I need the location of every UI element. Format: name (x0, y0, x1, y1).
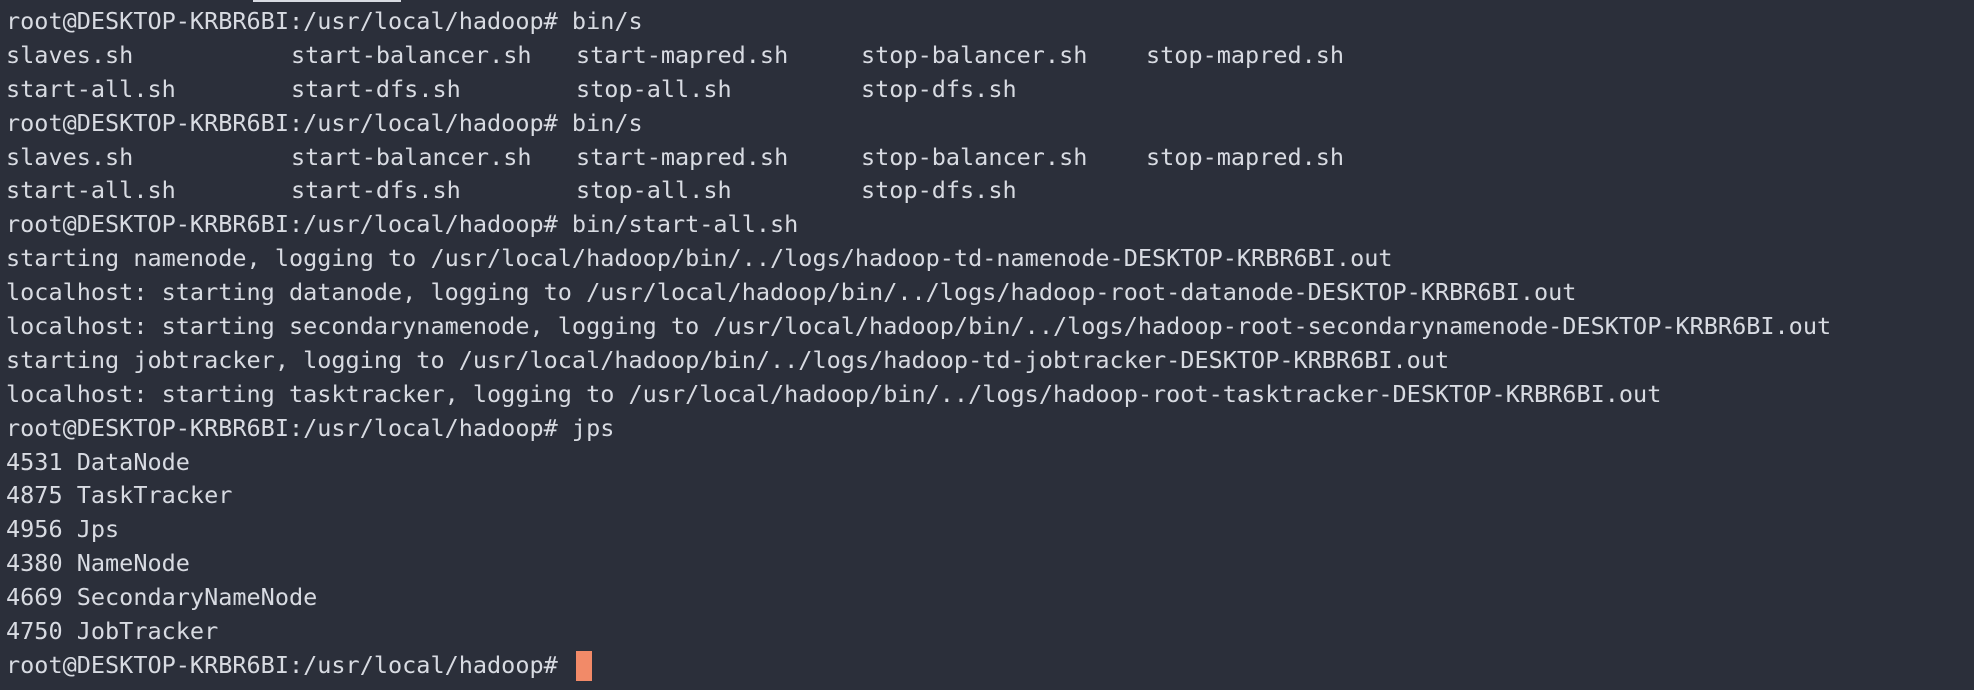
completion-item: start-balancer.sh (291, 142, 532, 171)
completion-item: start-balancer.sh (291, 40, 532, 69)
prompt-line: root@DESKTOP-KRBR6BI:/usr/local/hadoop# … (6, 208, 1974, 242)
terminal-window[interactable]: root@DESKTOP-KRBR6BI:/usr/local/hadoop# … (0, 0, 1974, 690)
completion-item: stop-mapred.sh (1146, 142, 1345, 171)
output-text: 4380 NameNode (6, 549, 190, 578)
current-prompt-line[interactable]: root@DESKTOP-KRBR6BI:/usr/local/hadoop# (6, 649, 1974, 683)
completion-item: stop-all.sh (576, 176, 732, 205)
output-line: localhost: starting secondarynamenode, l… (6, 310, 1974, 344)
completion-item: stop-dfs.sh (861, 176, 1017, 205)
text-cursor (575, 650, 592, 681)
prompt-command-text: root@DESKTOP-KRBR6BI:/usr/local/hadoop# … (6, 7, 643, 35)
completion-item: stop-dfs.sh (861, 74, 1017, 103)
completion-item: stop-balancer.sh (861, 142, 1088, 171)
output-text: localhost: starting tasktracker, logging… (6, 379, 1662, 408)
output-text: 4750 JobTracker (6, 617, 219, 646)
prompt-command-text: root@DESKTOP-KRBR6BI:/usr/local/hadoop# … (6, 108, 643, 137)
terminal-output: root@DESKTOP-KRBR6BI:/usr/local/hadoop# … (6, 5, 1974, 649)
output-line: 4875 TaskTracker (6, 479, 1974, 513)
prompt-line: root@DESKTOP-KRBR6BI:/usr/local/hadoop# … (6, 5, 1974, 39)
output-text: 4669 SecondaryNameNode (6, 583, 318, 612)
completion-list-row: slaves.sh start-balancer.sh start-mapred.s… (6, 39, 1974, 73)
completion-item: start-all.sh (6, 176, 176, 205)
output-line: localhost: starting tasktracker, logging… (6, 378, 1974, 412)
output-text: starting namenode, logging to /usr/local… (6, 244, 1393, 273)
output-text: localhost: starting datanode, logging to… (6, 278, 1577, 307)
prompt-line: root@DESKTOP-KRBR6BI:/usr/local/hadoop# … (6, 107, 1974, 141)
output-line: 4669 SecondaryNameNode (6, 581, 1974, 615)
prompt-command-text: root@DESKTOP-KRBR6BI:/usr/local/hadoop# … (6, 210, 799, 239)
output-line: 4380 NameNode (6, 547, 1974, 581)
current-prompt: root@DESKTOP-KRBR6BI:/usr/local/hadoop# (6, 650, 572, 679)
completion-item: stop-mapred.sh (1146, 40, 1345, 69)
output-line: 4956 Jps (6, 513, 1974, 547)
completion-item: slaves.sh (6, 40, 134, 69)
completion-list-row: slaves.sh start-balancer.sh start-mapred.s… (6, 141, 1974, 175)
output-line: starting namenode, logging to /usr/local… (6, 242, 1974, 276)
completion-item: start-dfs.sh (291, 176, 461, 205)
completion-item: slaves.sh (6, 142, 134, 171)
output-text: 4531 DataNode (6, 447, 190, 476)
completion-item: start-mapred.sh (576, 40, 789, 69)
completion-item: stop-all.sh (576, 74, 732, 103)
output-line: starting jobtracker, logging to /usr/loc… (6, 344, 1974, 378)
completion-item: start-mapred.sh (576, 142, 789, 171)
completion-item: stop-balancer.sh (861, 40, 1088, 69)
prompt-line: root@DESKTOP-KRBR6BI:/usr/local/hadoop# … (6, 412, 1974, 446)
output-text: 4875 TaskTracker (6, 481, 233, 510)
completion-item: start-dfs.sh (291, 74, 461, 103)
scrolled-text-fragment (253, 0, 401, 2)
output-text: 4956 Jps (6, 515, 120, 544)
output-text: starting jobtracker, logging to /usr/loc… (6, 345, 1450, 374)
output-text: localhost: starting secondarynamenode, l… (6, 312, 1832, 341)
completion-list-row: start-all.sh start-dfs.sh stop-all.sh stop-… (6, 174, 1974, 208)
output-line: 4750 JobTracker (6, 615, 1974, 649)
output-line: localhost: starting datanode, logging to… (6, 276, 1974, 310)
completion-list-row: start-all.sh start-dfs.sh stop-all.sh stop-… (6, 73, 1974, 107)
prompt-command-text: root@DESKTOP-KRBR6BI:/usr/local/hadoop# … (6, 413, 615, 442)
completion-item: start-all.sh (6, 74, 176, 103)
output-line: 4531 DataNode (6, 446, 1974, 480)
